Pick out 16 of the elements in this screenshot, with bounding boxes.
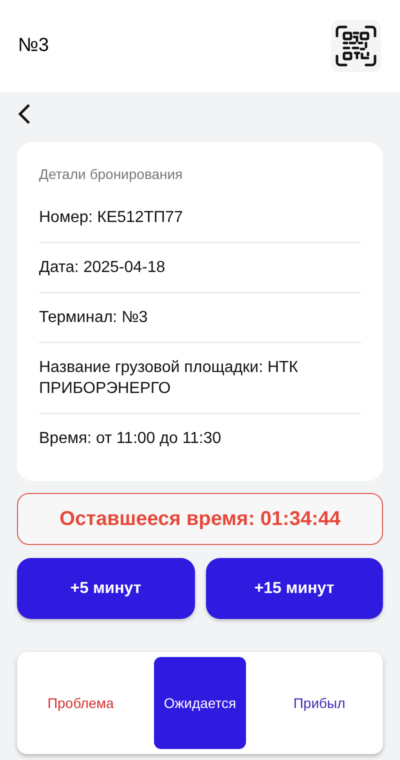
detail-text: Название грузовой площадки: НТК ПРИБОРЭНЕРГО bbox=[39, 359, 298, 397]
status-option[interactable]: Проблема bbox=[34, 657, 127, 749]
status-option[interactable]: Ожидается bbox=[154, 657, 246, 749]
add-time-button[interactable]: +5 минут bbox=[17, 558, 194, 619]
qr-code-button[interactable] bbox=[331, 20, 381, 72]
status-option[interactable]: Прибыл bbox=[273, 657, 366, 749]
card-heading: Детали бронирования bbox=[39, 165, 184, 184]
detail-text: Номер: КЕ512ТП77 bbox=[39, 209, 183, 226]
back-icon bbox=[17, 103, 31, 125]
header-title: №3 bbox=[18, 34, 49, 58]
qr-code-icon bbox=[334, 24, 378, 68]
detail-text: Терминал: №3 bbox=[39, 309, 148, 326]
add-time-button[interactable]: +15 минут bbox=[206, 558, 383, 619]
detail-text: Время: от 11:00 до 11:30 bbox=[39, 430, 222, 447]
detail-text: Дата: 2025-04-18 bbox=[39, 259, 166, 276]
remaining-time: Оставшееся время: 01:34:44 bbox=[59, 507, 340, 532]
